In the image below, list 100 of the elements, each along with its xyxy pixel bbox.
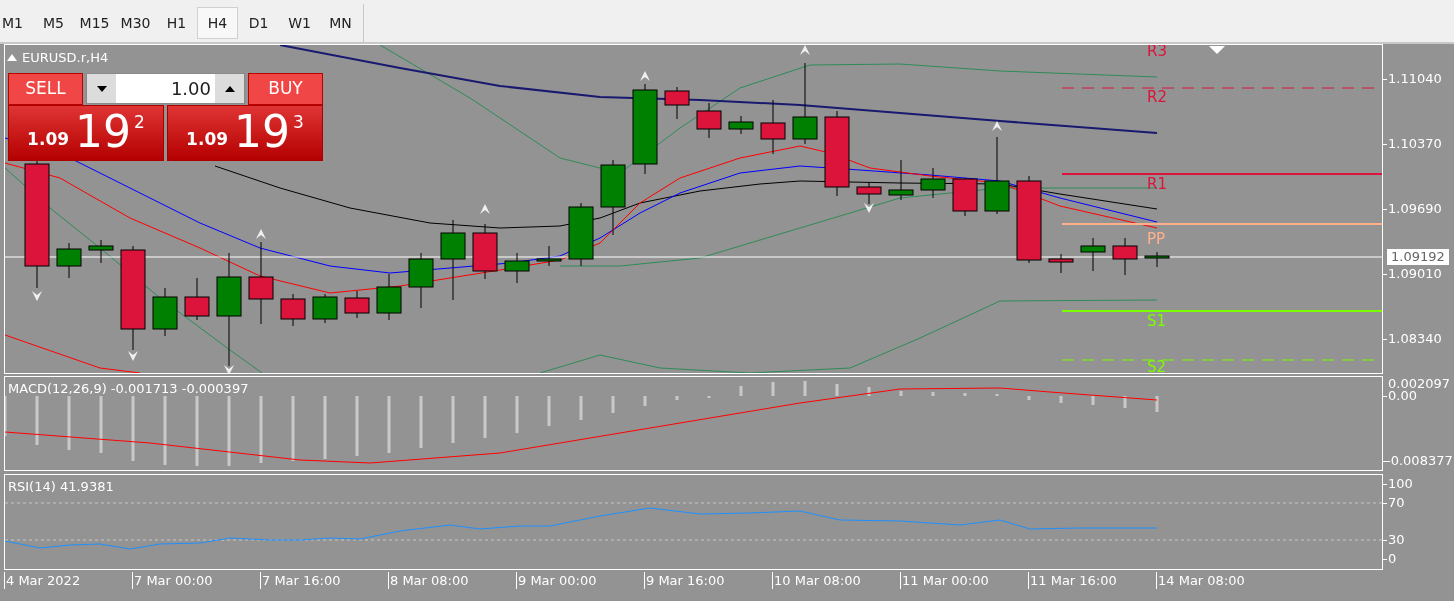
histogram-bar (131, 396, 135, 461)
histogram-bar (675, 396, 679, 400)
histogram-bar (739, 386, 743, 396)
histogram-bar (483, 396, 487, 438)
time-axis-label: 11 Mar 00:00 (900, 572, 1028, 589)
timeframe-tab[interactable]: M30 (115, 7, 156, 39)
rsi-axis-label: 30 (1383, 532, 1405, 548)
macd-axis-label: 0.002097 (1387, 376, 1451, 391)
indicator-label: RSI(14) 41.9381 (8, 478, 114, 496)
histogram-bar (163, 396, 167, 465)
histogram-bar (547, 396, 551, 426)
pivot-label: R2 (1147, 88, 1167, 106)
timeframe-tab[interactable]: W1 (279, 7, 320, 39)
time-axis-label: 7 Mar 16:00 (260, 572, 388, 589)
time-axis-label: 14 Mar 08:00 (1156, 572, 1284, 589)
histogram-bar (867, 387, 871, 396)
timeframe-tab[interactable]: H4 (197, 7, 238, 39)
histogram-bar (1123, 396, 1127, 408)
fractal-arrow-icon (480, 204, 490, 214)
histogram-bar (963, 393, 967, 396)
pivot-label: S1 (1147, 312, 1167, 330)
histogram-bar (387, 396, 391, 453)
time-axis-label: 8 Mar 08:00 (388, 572, 516, 589)
histogram-bar (99, 396, 103, 453)
macd-axis-label: -0.008377 (1383, 453, 1453, 469)
candlestick (760, 99, 786, 155)
rsi-axis-label: 70 (1383, 495, 1405, 511)
chart-symbol-title: EURUSD.r,H4 (22, 49, 109, 67)
candlestick (536, 245, 562, 267)
histogram-bar (611, 396, 615, 413)
histogram-bar (643, 396, 647, 406)
timeframe-tab[interactable]: M1 (0, 7, 33, 39)
candlestick (728, 115, 754, 135)
histogram-bar (1059, 396, 1063, 403)
price-axis-label: 1.10370 (1383, 136, 1442, 152)
candlestick (568, 202, 594, 267)
candlestick (88, 239, 114, 264)
candlestick (856, 181, 882, 205)
histogram-bar (899, 391, 903, 396)
timeframe-tab[interactable]: D1 (238, 7, 279, 39)
buy-button[interactable]: BUY (248, 73, 323, 105)
histogram-bar (419, 396, 423, 448)
histogram-bar (355, 396, 359, 456)
histogram-bar (835, 384, 839, 396)
histogram-bar (771, 382, 775, 396)
histogram-bar (1027, 396, 1031, 400)
histogram-bar (35, 396, 39, 445)
collapse-triangle-icon[interactable] (7, 54, 17, 62)
timeframe-tab[interactable]: H1 (156, 7, 197, 39)
macd-axis-label: 0.00 (1383, 388, 1417, 404)
indicator-label: MACD(12,26,9) -0.001713 -0.000397 (8, 380, 249, 398)
fractal-arrow-icon (800, 45, 810, 55)
histogram-bar (803, 381, 807, 396)
candlestick (344, 290, 370, 319)
time-axis-label: 10 Mar 08:00 (772, 572, 900, 589)
candlestick (1080, 237, 1106, 272)
timeframe-tab[interactable]: M5 (33, 7, 74, 39)
rsi-axis-label: 0 (1383, 551, 1397, 567)
histogram-bar (67, 396, 71, 450)
histogram-bar (1155, 396, 1159, 412)
candlestick (664, 86, 690, 120)
pivot-label: PP (1147, 230, 1166, 248)
time-axis-label: 9 Mar 00:00 (516, 572, 644, 589)
fractal-arrow-icon (640, 71, 650, 81)
fractal-arrow-icon (224, 365, 234, 373)
time-axis-label: 7 Mar 00:00 (132, 572, 260, 589)
histogram-bar (227, 396, 231, 466)
candlestick (952, 177, 978, 217)
current-price-label: 1.09192 (1387, 249, 1449, 265)
candlestick (1048, 253, 1074, 274)
candlestick (1112, 237, 1138, 276)
histogram-bar (291, 396, 295, 461)
fractal-arrow-icon (128, 351, 138, 361)
candlestick (408, 252, 434, 309)
histogram-bar (195, 396, 199, 466)
rsi-axis-label: 100 (1383, 476, 1413, 492)
price-axis-label: 1.09010 (1383, 266, 1442, 282)
fractal-arrow-icon (256, 229, 266, 239)
histogram-bar (259, 396, 263, 463)
histogram-bar (323, 396, 327, 459)
histogram-bar (931, 392, 935, 396)
timeframe-tab[interactable]: M15 (74, 7, 115, 39)
fractal-arrow-icon (992, 121, 1002, 131)
price-axis-label: 1.09690 (1383, 201, 1442, 217)
fractal-arrow-icon (32, 291, 42, 301)
timeframe-tab[interactable]: MN (320, 7, 361, 39)
candlestick (504, 252, 530, 284)
time-axis-label: 9 Mar 16:00 (644, 572, 772, 589)
sell-button[interactable]: SELL (8, 73, 83, 105)
histogram-bar (579, 396, 583, 420)
candlestick (376, 273, 402, 321)
pivot-label: R1 (1147, 175, 1167, 193)
candlestick (312, 293, 338, 324)
fractal-arrow-icon (864, 203, 874, 213)
pivot-label: R3 (1147, 45, 1167, 60)
candlestick (152, 287, 178, 337)
histogram-bar (451, 396, 455, 443)
candlestick (696, 102, 722, 139)
histogram-bar (515, 396, 519, 433)
pivot-label: S2 (1147, 358, 1167, 373)
